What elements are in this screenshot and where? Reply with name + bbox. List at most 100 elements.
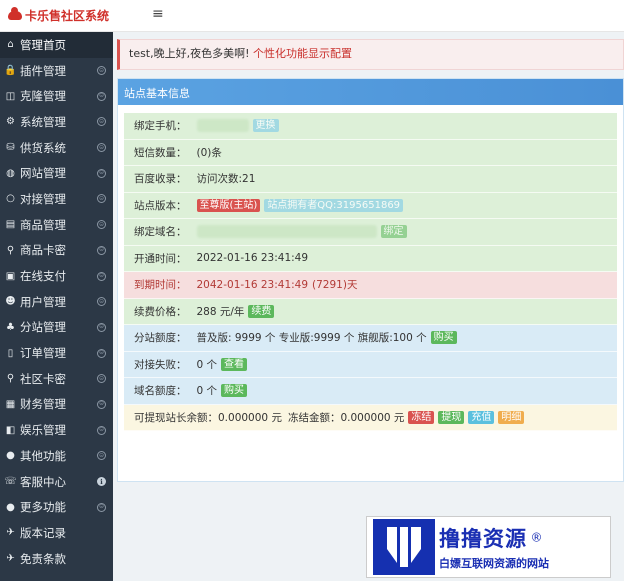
sidebar-item-0[interactable]: ⌂ 管理首页 <box>0 32 113 58</box>
sidebar-item-label: 商品卡密 <box>20 243 66 258</box>
sidebar-item-7[interactable]: ▤ 商品管理 ⊝ <box>0 212 113 238</box>
sidebar-item-label: 版本记录 <box>20 525 66 540</box>
phone-value-redacted <box>196 119 249 133</box>
domain-label: 绑定域名： <box>134 226 187 239</box>
expand-icon[interactable]: ⊝ <box>97 220 106 230</box>
sidebar-item-label: 克隆管理 <box>20 89 66 104</box>
sms-row: 短信数量： (0)条 <box>124 139 617 166</box>
sidebar-item-10[interactable]: ☻ 用户管理 ⊝ <box>0 289 113 315</box>
expand-icon[interactable]: ⊝ <box>97 374 106 384</box>
sidebar-item-15[interactable]: ◧ 娱乐管理 ⊝ <box>0 417 113 443</box>
main-content: test,晚上好,夜色多美啊! 个性化功能显示配置 站点基本信息 绑定手机： 更… <box>113 32 624 581</box>
globe-icon: ◍ <box>6 167 15 179</box>
panel-title: 站点基本信息 <box>118 79 623 105</box>
expand-icon[interactable]: ⊝ <box>97 194 106 204</box>
withdraw-button[interactable]: 提现 <box>438 410 465 424</box>
sidebar-item-label: 供货系统 <box>20 140 66 155</box>
watermark-subtitle: 白嫖互联网资源的网站 <box>439 557 549 570</box>
finance-icon: ▦ <box>5 398 16 410</box>
sidebar-item-17[interactable]: ☏ 客服中心 ℹ <box>0 469 113 495</box>
sidebar-item-label: 其他功能 <box>20 448 66 463</box>
sidebar-item-16[interactable]: ● 其他功能 ⊝ <box>0 443 113 469</box>
expand-icon[interactable]: ⊝ <box>97 271 106 281</box>
opened-value: 2022-01-16 23:41:49 <box>196 252 309 265</box>
sidebar-item-label: 分站管理 <box>20 320 66 335</box>
balance-row: 可提现站长余额： 0.000000 元 冻结金额： 0.000000 元 冻结 … <box>124 404 617 431</box>
sms-value: (0)条 <box>196 146 222 159</box>
quota-row: 分站额度： 普及版: 9999 个 专业版:9999 个 旗舰版:100 个 购… <box>124 325 617 352</box>
sidebar-item-12[interactable]: ▯ 订单管理 ⊝ <box>0 340 113 366</box>
menu-toggle-button[interactable]: ≡ <box>152 6 164 22</box>
greeting-text: test,晚上好,夜色多美啊! <box>129 47 250 60</box>
gear-icon: ⚙ <box>6 116 15 128</box>
expand-icon[interactable]: ⊝ <box>97 297 106 307</box>
quota-value: 普及版: 9999 个 专业版:9999 个 旗舰版:100 个 <box>196 332 427 345</box>
user-icon: ☻ <box>5 296 16 308</box>
sidebar-item-label: 插件管理 <box>20 63 66 78</box>
sidebar-item-label: 对接管理 <box>20 191 66 206</box>
wave-logo-icon <box>373 519 435 575</box>
expand-icon[interactable]: ⊝ <box>97 245 106 255</box>
sidebar-item-20[interactable]: ✈ 免责条款 <box>0 546 113 572</box>
home-icon: ⌂ <box>7 39 14 51</box>
sidebar-item-11[interactable]: ♣ 分站管理 ⊝ <box>0 315 113 341</box>
registered-mark: ® <box>530 530 543 545</box>
details-button[interactable]: 明细 <box>498 410 525 424</box>
domain-quota-value: 0 个 <box>196 385 218 398</box>
expand-icon[interactable]: ⊝ <box>97 502 106 512</box>
sidebar-item-19[interactable]: ✈ 版本记录 <box>0 520 113 546</box>
entertainment-icon: ◧ <box>5 424 16 436</box>
expand-icon[interactable]: ⊝ <box>97 91 106 101</box>
domain-row: 绑定域名： 绑定 <box>124 219 617 246</box>
expire-days: (7291)天 <box>312 279 358 292</box>
sidebar-item-18[interactable]: ● 更多功能 ⊝ <box>0 494 113 520</box>
sidebar-item-label: 娱乐管理 <box>20 423 66 438</box>
info-icon[interactable]: ℹ <box>97 477 106 487</box>
baidu-row: 百度收录： 访问次数:21 <box>124 166 617 193</box>
sidebar-item-3[interactable]: ⚙ 系统管理 ⊝ <box>0 109 113 135</box>
greeting-banner: test,晚上好,夜色多美啊! 个性化功能显示配置 <box>117 39 624 70</box>
expand-icon[interactable]: ⊝ <box>97 425 106 435</box>
sidebar-item-4[interactable]: ⛁ 供货系统 ⊝ <box>0 135 113 161</box>
expand-icon[interactable]: ⊝ <box>97 348 106 358</box>
app-logo[interactable]: 卡乐售社区系统 <box>8 7 109 24</box>
expand-icon[interactable]: ⊝ <box>97 322 106 332</box>
renew-button[interactable]: 续费 <box>248 304 275 318</box>
sidebar-item-1[interactable]: 🔒 插件管理 ⊝ <box>0 58 113 84</box>
freeze-button[interactable]: 冻结 <box>408 410 435 424</box>
bind-domain-button[interactable]: 绑定 <box>380 225 407 239</box>
frozen-label: 冻结金额： <box>287 411 341 424</box>
view-dock-fail-button[interactable]: 查看 <box>221 357 248 371</box>
sidebar-item-2[interactable]: ◫ 克隆管理 ⊝ <box>0 83 113 109</box>
apple-icon: ● <box>6 501 15 513</box>
expand-icon[interactable]: ⊝ <box>97 399 106 409</box>
domain-value-redacted <box>196 225 377 239</box>
opened-row: 开通时间： 2022-01-16 23:41:49 <box>124 245 617 272</box>
expand-icon[interactable]: ⊝ <box>97 143 106 153</box>
cloud-icon <box>8 7 22 20</box>
expand-icon[interactable]: ⊝ <box>97 451 106 461</box>
phone-row: 绑定手机： 更换 <box>124 113 617 140</box>
expand-icon[interactable]: ⊝ <box>97 66 106 76</box>
change-phone-button[interactable]: 更换 <box>252 119 279 133</box>
sidebar-item-13[interactable]: ⚲ 社区卡密 ⊝ <box>0 366 113 392</box>
sms-label: 短信数量： <box>134 146 187 159</box>
buy-domain-quota-button[interactable]: 购买 <box>221 384 248 398</box>
version-row: 站点版本： 至尊版(主站) 站点拥有者QQ:3195651869 <box>124 192 617 219</box>
recharge-button[interactable]: 充值 <box>468 410 495 424</box>
sidebar-item-6[interactable]: ○ 对接管理 ⊝ <box>0 186 113 212</box>
personalize-link[interactable]: 个性化功能显示配置 <box>253 47 352 60</box>
renew-label: 续费价格： <box>134 305 187 318</box>
phone-label: 绑定手机： <box>134 120 187 133</box>
sidebar-item-8[interactable]: ⚲ 商品卡密 ⊝ <box>0 238 113 264</box>
expand-icon[interactable]: ⊝ <box>97 168 106 178</box>
expand-icon[interactable]: ⊝ <box>97 117 106 127</box>
sidebar-item-14[interactable]: ▦ 财务管理 ⊝ <box>0 392 113 418</box>
domain-quota-label: 域名额度： <box>134 385 187 398</box>
buy-quota-button[interactable]: 购买 <box>430 331 457 345</box>
balance-value: 0.000000 元 <box>218 411 282 424</box>
renew-row: 续费价格： 288 元/年 续费 <box>124 298 617 325</box>
dock-fail-value: 0 个 <box>196 358 218 371</box>
sidebar-item-9[interactable]: ▣ 在线支付 ⊝ <box>0 263 113 289</box>
sidebar-item-5[interactable]: ◍ 网站管理 ⊝ <box>0 160 113 186</box>
